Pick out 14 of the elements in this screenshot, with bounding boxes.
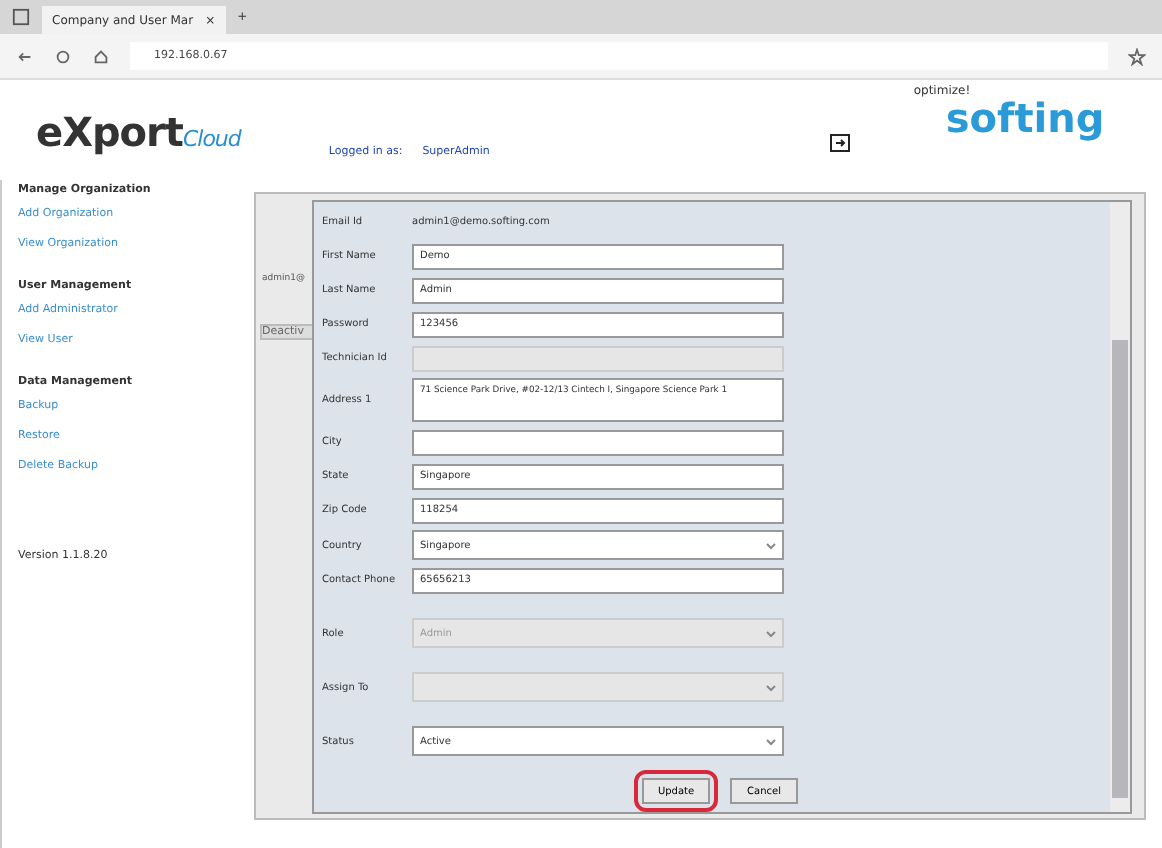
refresh-icon[interactable] [54,47,72,65]
scrollbar[interactable] [1110,202,1130,812]
star-icon[interactable] [1128,47,1146,65]
back-tabs-icon[interactable] [12,8,30,26]
home-icon[interactable] [92,47,110,65]
back-icon[interactable] [16,47,34,65]
logout-icon[interactable] [829,134,850,152]
caret-icon [766,737,776,745]
softing-logo: softing [945,98,1105,138]
caret-icon [766,541,776,549]
input-field[interactable] [412,429,784,455]
caret-icon [766,629,776,637]
caret-icon [766,683,776,691]
export-cloud-logo: eXportCloud [36,108,241,156]
